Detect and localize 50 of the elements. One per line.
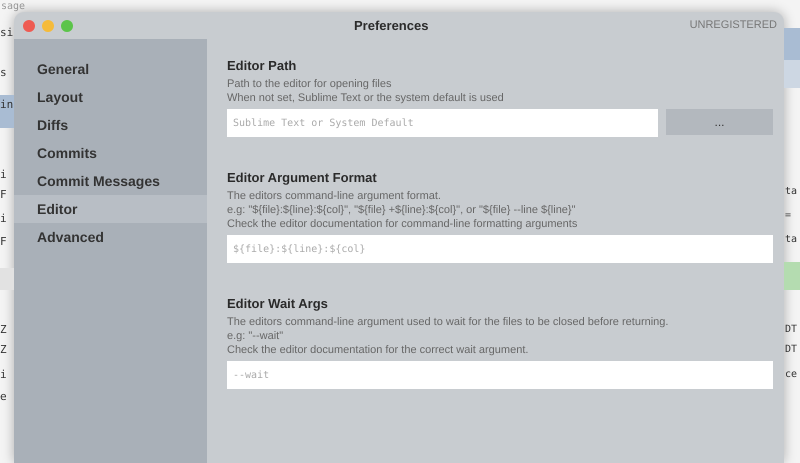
browse-button[interactable]: ... xyxy=(666,109,773,135)
description-text: The editors command-line argument used to wait for the files to be closed before returning. xyxy=(227,315,670,329)
description-text: The editors command-line argument format. xyxy=(227,189,442,203)
background-text: DT xyxy=(785,323,798,337)
background-text: in xyxy=(0,98,14,112)
zoom-button[interactable] xyxy=(61,20,73,32)
minimize-button[interactable] xyxy=(42,20,54,32)
background-text: sage xyxy=(1,2,26,12)
background-text: F xyxy=(0,235,7,249)
input-field[interactable]: ${file}:${line}:${col} xyxy=(227,235,773,263)
sidebar-item[interactable]: Advanced xyxy=(14,223,207,251)
background-text: F xyxy=(0,188,7,202)
section-title: Editor Path xyxy=(227,58,298,74)
highlight-row xyxy=(784,60,800,88)
highlight-row xyxy=(0,95,14,128)
close-button[interactable] xyxy=(23,20,35,32)
unregistered-label: UNREGISTERED xyxy=(690,18,777,34)
highlight-row xyxy=(784,262,800,290)
sidebar-item[interactable]: General xyxy=(14,55,207,83)
highlight-row xyxy=(0,268,14,290)
input-field[interactable]: --wait xyxy=(227,361,773,389)
description-text: e.g: "${file}:${line}:${col}", "${file} +${line}:${col}", or "${file} --line ${line}" xyxy=(227,203,577,217)
background-text: ce xyxy=(785,368,798,382)
sidebar-item[interactable]: Editor xyxy=(14,195,207,223)
description-text: Check the editor documentation for command-line formatting arguments xyxy=(227,217,578,231)
background-text: = xyxy=(785,209,792,223)
background-text: e xyxy=(0,390,7,404)
sidebar-item[interactable]: Diffs xyxy=(14,111,207,139)
description-text: e.g: "--wait" xyxy=(227,329,284,343)
highlight-row xyxy=(784,28,800,60)
input-field[interactable]: Sublime Text or System Default xyxy=(227,109,658,137)
background-text: s xyxy=(0,66,7,80)
background-text: Z xyxy=(0,343,7,357)
section-title: Editor Wait Args xyxy=(227,296,329,312)
background-text: ta xyxy=(785,185,798,199)
background-text: si xyxy=(0,26,14,40)
section-title: Editor Argument Format xyxy=(227,170,378,186)
sidebar-item[interactable]: Layout xyxy=(14,83,207,111)
background-text: ta xyxy=(785,233,798,247)
sidebar-item[interactable]: Commits xyxy=(14,139,207,167)
description-text: When not set, Sublime Text or the system default is used xyxy=(227,91,505,105)
description-text: Check the editor documentation for the correct wait argument. xyxy=(227,343,530,357)
background-text: i xyxy=(0,212,7,226)
window-title: Preferences xyxy=(354,16,428,35)
background-text: DT xyxy=(785,343,798,357)
sidebar-item[interactable]: Commit Messages xyxy=(14,167,207,195)
description-text: Path to the editor for opening files xyxy=(227,77,392,91)
background-text: i xyxy=(0,368,7,382)
background-text: Z xyxy=(0,323,7,337)
background-text: i xyxy=(0,168,7,182)
